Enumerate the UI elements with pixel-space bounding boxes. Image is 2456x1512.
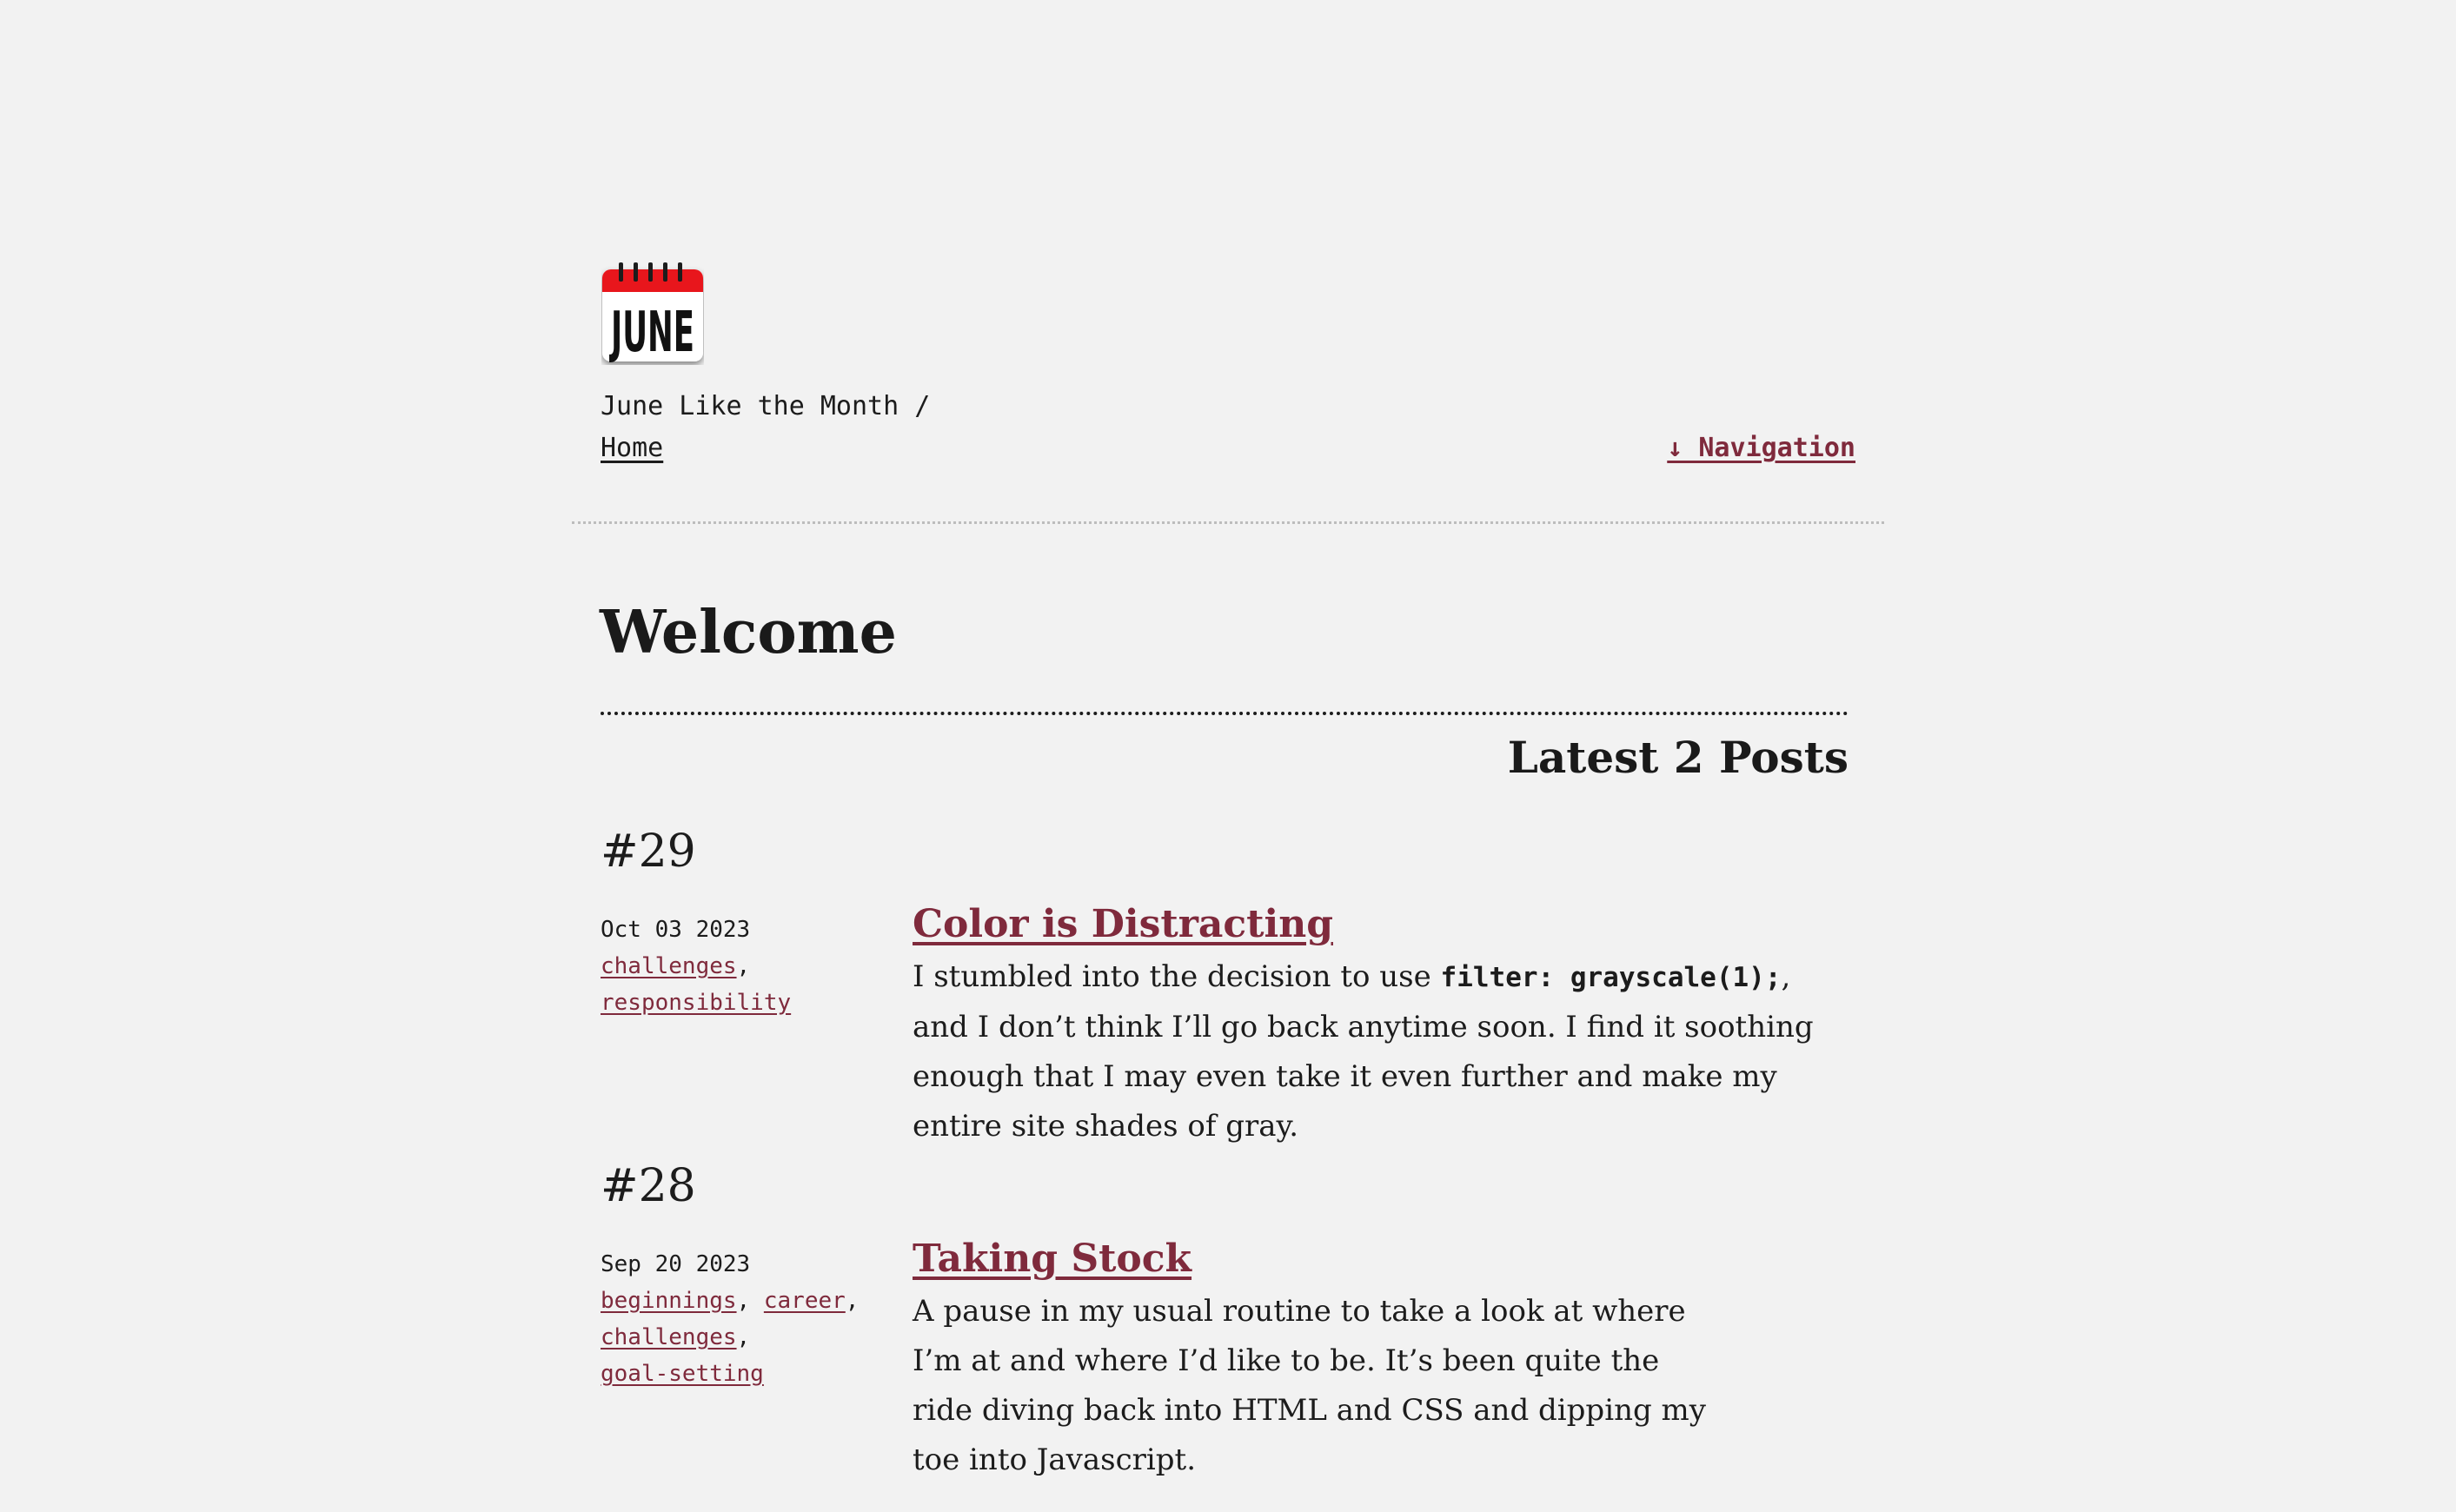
- post-excerpt: I stumbled into the decision to use filt…: [913, 959, 1814, 1144]
- header-divider: [572, 521, 1884, 524]
- logo-text: JUNE: [609, 301, 694, 365]
- tag-link[interactable]: responsibility: [601, 990, 791, 1016]
- tag-link[interactable]: goal-setting: [601, 1361, 764, 1387]
- tag-link[interactable]: beginnings: [601, 1288, 737, 1314]
- site-logo-calendar-icon[interactable]: JUNE: [601, 261, 704, 365]
- tag-link[interactable]: career: [764, 1288, 846, 1314]
- inline-code: filter: grayscale(1);: [1440, 962, 1782, 993]
- post-meta: Oct 03 2023 challenges, responsibility: [601, 912, 879, 1021]
- post-excerpt: A pause in my usual routine to take a lo…: [913, 1294, 1706, 1477]
- navigation-jump-link[interactable]: ↓ Navigation: [1667, 430, 1855, 467]
- page-title: Welcome: [600, 598, 897, 667]
- site-name: June Like the Month /: [601, 391, 931, 421]
- post-number: #28: [601, 1160, 696, 1212]
- post-title-link[interactable]: Taking Stock: [913, 1233, 1191, 1285]
- tag-link[interactable]: challenges: [601, 1324, 737, 1350]
- post-number: #29: [601, 826, 696, 878]
- post-date: Sep 20 2023: [601, 1251, 751, 1277]
- breadcrumb-home-link[interactable]: Home: [601, 430, 663, 467]
- post-meta: Sep 20 2023 beginnings, career, challeng…: [601, 1246, 879, 1392]
- post-title-link[interactable]: Color is Distracting: [913, 899, 1333, 951]
- post-date: Oct 03 2023: [601, 917, 751, 943]
- title-divider: [601, 712, 1849, 715]
- tag-link[interactable]: challenges: [601, 953, 737, 979]
- latest-posts-heading: Latest 2 Posts: [1507, 732, 1849, 783]
